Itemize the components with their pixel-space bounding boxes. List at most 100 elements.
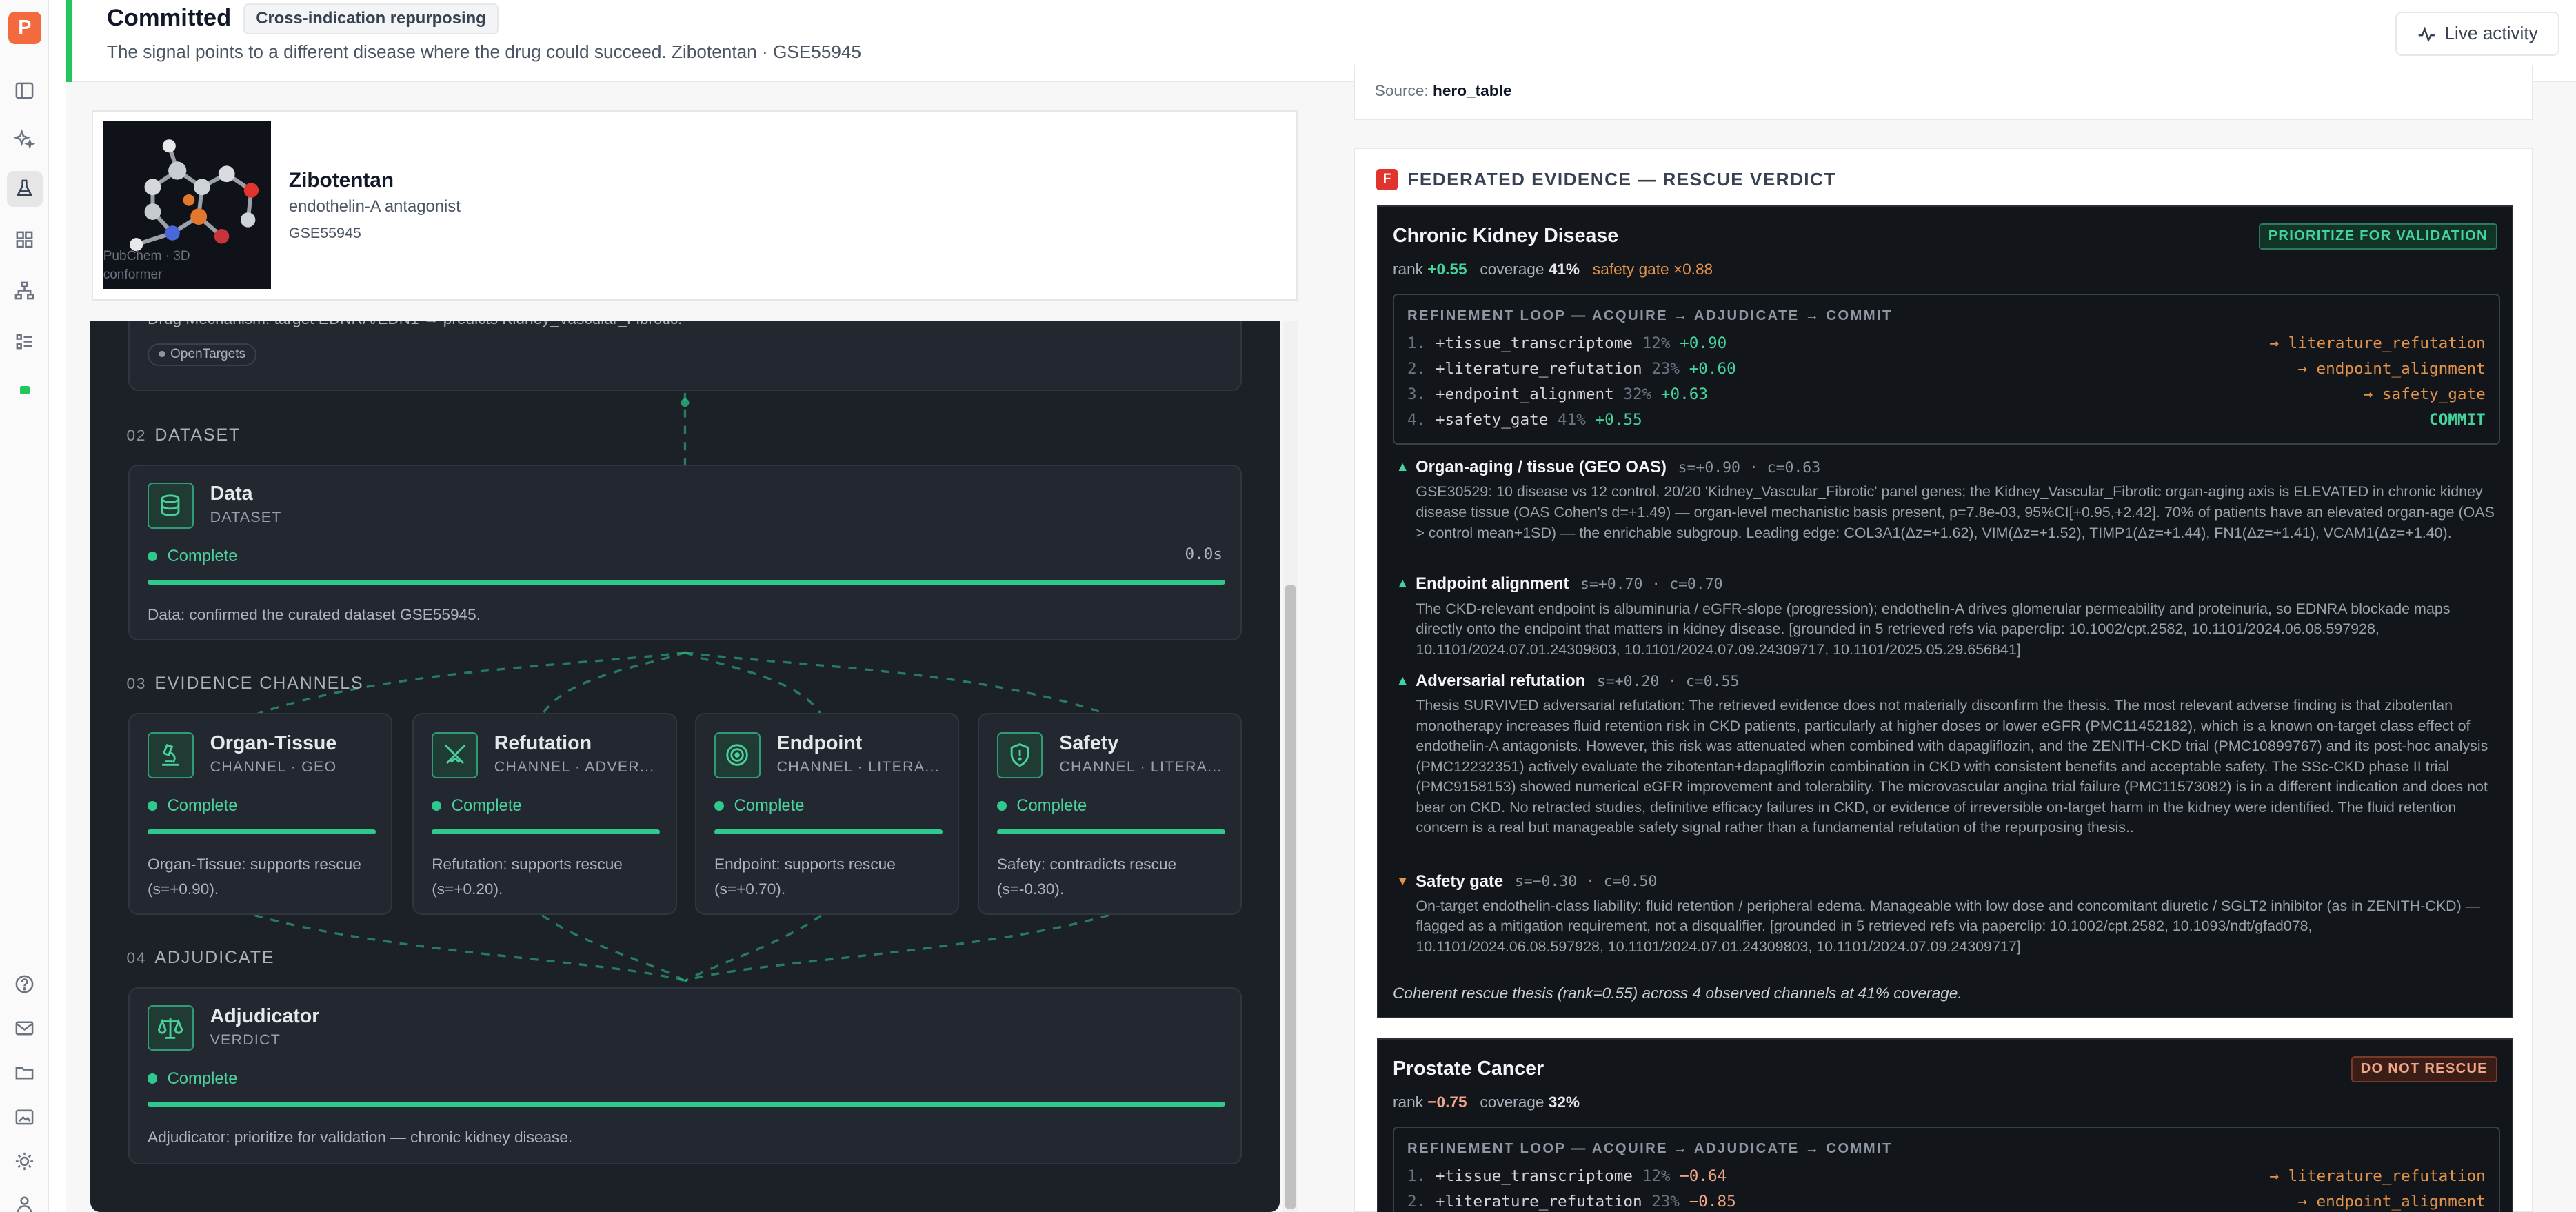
verdict-ckd-rank: +0.55 (1427, 261, 1467, 279)
data-node[interactable]: Data DATASET Complete 0.0s Data: confirm… (128, 465, 1242, 641)
channel-safety-progress (996, 829, 1225, 834)
channel-refutation-status-label: Complete (451, 796, 522, 816)
folder-icon[interactable] (7, 1055, 43, 1091)
adjudicator-progress (148, 1102, 1225, 1107)
adjudicator-subtitle: VERDICT (210, 1031, 281, 1048)
section-dataset: 02 DATASET (126, 425, 241, 445)
verdict-ckd-coverage-label: coverage (1480, 261, 1544, 279)
loop-row: 3. +endpoint_alignment 32% +0.63 → safet… (1407, 385, 2486, 404)
verdict-ckd-footer: Coherent rescue thesis (rank=0.55) acros… (1392, 984, 1962, 1002)
verdict-prostate-coverage-label: coverage (1480, 1093, 1544, 1111)
section-dataset-num: 02 (126, 427, 147, 445)
federated-badge: F (1376, 169, 1398, 190)
section-adjudicate: 04 ADJUDICATE (126, 948, 274, 968)
adjudicator-node[interactable]: Adjudicator VERDICT Complete Adjudicator… (128, 987, 1242, 1165)
app-logo[interactable]: P (8, 11, 41, 45)
section-dataset-label: DATASET (154, 425, 241, 445)
molecule-caption: PubChem · 3D conformer (103, 249, 190, 282)
sparkle-icon[interactable] (7, 121, 43, 157)
mechanism-node[interactable]: Drug Mechanism: target EDNRA/EDN1 → pred… (128, 320, 1242, 392)
channel-refutation-subtitle: CHANNEL · ADVER... (494, 758, 655, 776)
verdict-ckd-loop-title: REFINEMENT LOOP — ACQUIRE → ADJUDICATE →… (1407, 308, 1893, 324)
verdict-prostate-name: Prostate Cancer (1392, 1057, 1544, 1080)
data-node-subtitle: DATASET (210, 509, 282, 526)
up-triangle-icon: ▲ (1396, 674, 1409, 689)
verdict-prostate-coverage: 32% (1548, 1093, 1580, 1111)
data-node-status-label: Complete (167, 546, 238, 565)
scales-icon (148, 1004, 194, 1051)
channel-endpoint-subtitle: CHANNEL · LITERA... (776, 758, 940, 776)
channel-organ-tissue[interactable]: Organ-Tissue CHANNEL · GEO Complete Orga… (128, 712, 393, 916)
activity-icon (2418, 26, 2435, 43)
data-node-time: 0.0s (1185, 545, 1222, 563)
verdict-ckd-rank-label: rank (1392, 261, 1423, 279)
verdict-ckd-name: Chronic Kidney Disease (1392, 225, 1619, 248)
channel-refutation[interactable]: Refutation CHANNEL · ADVER... Complete R… (412, 712, 677, 916)
evidence-endpoint: ▲ Endpoint alignment s=+0.70 · c=0.70 The … (1396, 574, 2451, 658)
mechanism-text: Drug Mechanism: target EDNRA/EDN1 → pred… (148, 321, 682, 332)
verdict-ckd-meta: rank +0.55 coverage 41% safety gate ×0.8… (1393, 261, 1713, 279)
page-title: Committed (106, 5, 232, 32)
loop-row: 1. +tissue_transcriptome 12% −0.64 → lit… (1407, 1167, 2486, 1186)
grid-icon[interactable] (7, 222, 43, 258)
drug-name: Zibotentan (288, 169, 394, 192)
microscope-icon (148, 732, 194, 778)
channel-endpoint-status-label: Complete (734, 796, 805, 816)
target-icon (714, 732, 761, 778)
evidence-organ-aging: ▲ Organ-aging / tissue (GEO OAS) s=+0.90 ·… (1396, 458, 2495, 541)
shield-icon (996, 732, 1043, 778)
adjudicator-status-label: Complete (167, 1069, 238, 1088)
help-icon[interactable] (7, 966, 43, 1002)
loop-row: 1. +tissue_transcriptome 12% +0.90 → lit… (1407, 334, 2486, 353)
user-icon[interactable] (7, 1186, 43, 1212)
left-rail: P (0, 0, 50, 1212)
verdict-prostate-meta: rank −0.75 coverage 32% (1393, 1093, 1580, 1111)
swords-icon (432, 732, 478, 778)
flask-icon[interactable] (6, 170, 43, 208)
verdict-ckd-coverage: 41% (1548, 261, 1580, 279)
live-activity-label: Live activity (2444, 23, 2538, 44)
channel-organ-tissue-title: Organ-Tissue (210, 732, 337, 755)
opentargets-chip[interactable]: OpenTargets (148, 343, 257, 366)
drug-card: PubChem · 3D conformer Zibotentan endoth… (92, 110, 1298, 301)
source-line: Source: hero_table (1375, 82, 1512, 100)
source-label: Source: (1374, 82, 1429, 100)
loop-row: 2. +literature_refutation 23% −0.85 → en… (1407, 1193, 2486, 1211)
channel-endpoint-status: Complete (714, 796, 804, 816)
source-value: hero_table (1433, 82, 1512, 100)
sidebar-toggle-icon[interactable] (7, 72, 43, 108)
adjudicator-title: Adjudicator (210, 1004, 320, 1027)
channel-safety[interactable]: Safety CHANNEL · LITERA... Complete Safe… (977, 712, 1242, 916)
image-folder-icon[interactable] (7, 1099, 43, 1135)
sun-icon[interactable] (7, 1143, 43, 1179)
evidence-refutation: ▲ Adversarial refutation s=+0.20 · c=0.55 … (1396, 671, 2488, 836)
verdict-ckd-safety: safety gate ×0.88 (1592, 261, 1713, 279)
channel-endpoint-progress (714, 829, 943, 834)
pipeline-canvas[interactable]: Drug Mechanism: target EDNRA/EDN1 → pred… (90, 320, 1280, 1212)
verdict-prostate-loop: REFINEMENT LOOP — ACQUIRE → ADJUDICATE →… (1392, 1127, 2500, 1212)
database-icon (148, 483, 194, 529)
hierarchy-icon[interactable] (7, 272, 43, 308)
section-channels: 03 EVIDENCE CHANNELS (126, 674, 363, 694)
channel-organ-tissue-subtitle: CHANNEL · GEO (210, 758, 337, 776)
channel-endpoint[interactable]: Endpoint CHANNEL · LITERA... Complete En… (694, 712, 960, 916)
channel-organ-tissue-progress (148, 829, 376, 834)
data-node-desc: Data: confirmed the curated dataset GSE5… (148, 605, 481, 623)
page-subtitle: The signal points to a different disease… (106, 41, 862, 62)
verdict-ckd-tag: PRIORITIZE FOR VALIDATION (2258, 223, 2497, 250)
channel-safety-subtitle: CHANNEL · LITERA... (1059, 758, 1222, 776)
channel-organ-tissue-status: Complete (148, 796, 238, 816)
channel-safety-desc: Safety: contradicts rescue (s=-0.30). (996, 856, 1177, 898)
verdict-prostate-loop-title: REFINEMENT LOOP — ACQUIRE → ADJUDICATE →… (1407, 1141, 1893, 1157)
evidence-safety: ▼ Safety gate s=−0.30 · c=0.50 On-target e… (1396, 871, 2481, 955)
channel-refutation-desc: Refutation: supports rescue (s=+0.20). (432, 856, 623, 898)
drug-dataset: GSE55945 (288, 225, 361, 242)
verdict-ckd-loop: REFINEMENT LOOP — ACQUIRE → ADJUDICATE →… (1392, 294, 2500, 445)
left-scrollbar-thumb[interactable] (1285, 585, 1296, 1209)
status-indicator (19, 385, 30, 394)
down-triangle-icon: ▼ (1396, 873, 1409, 889)
list-icon[interactable] (7, 323, 43, 359)
live-activity-button[interactable]: Live activity (2395, 11, 2559, 56)
channel-refutation-title: Refutation (494, 732, 592, 755)
mail-icon[interactable] (7, 1010, 43, 1046)
